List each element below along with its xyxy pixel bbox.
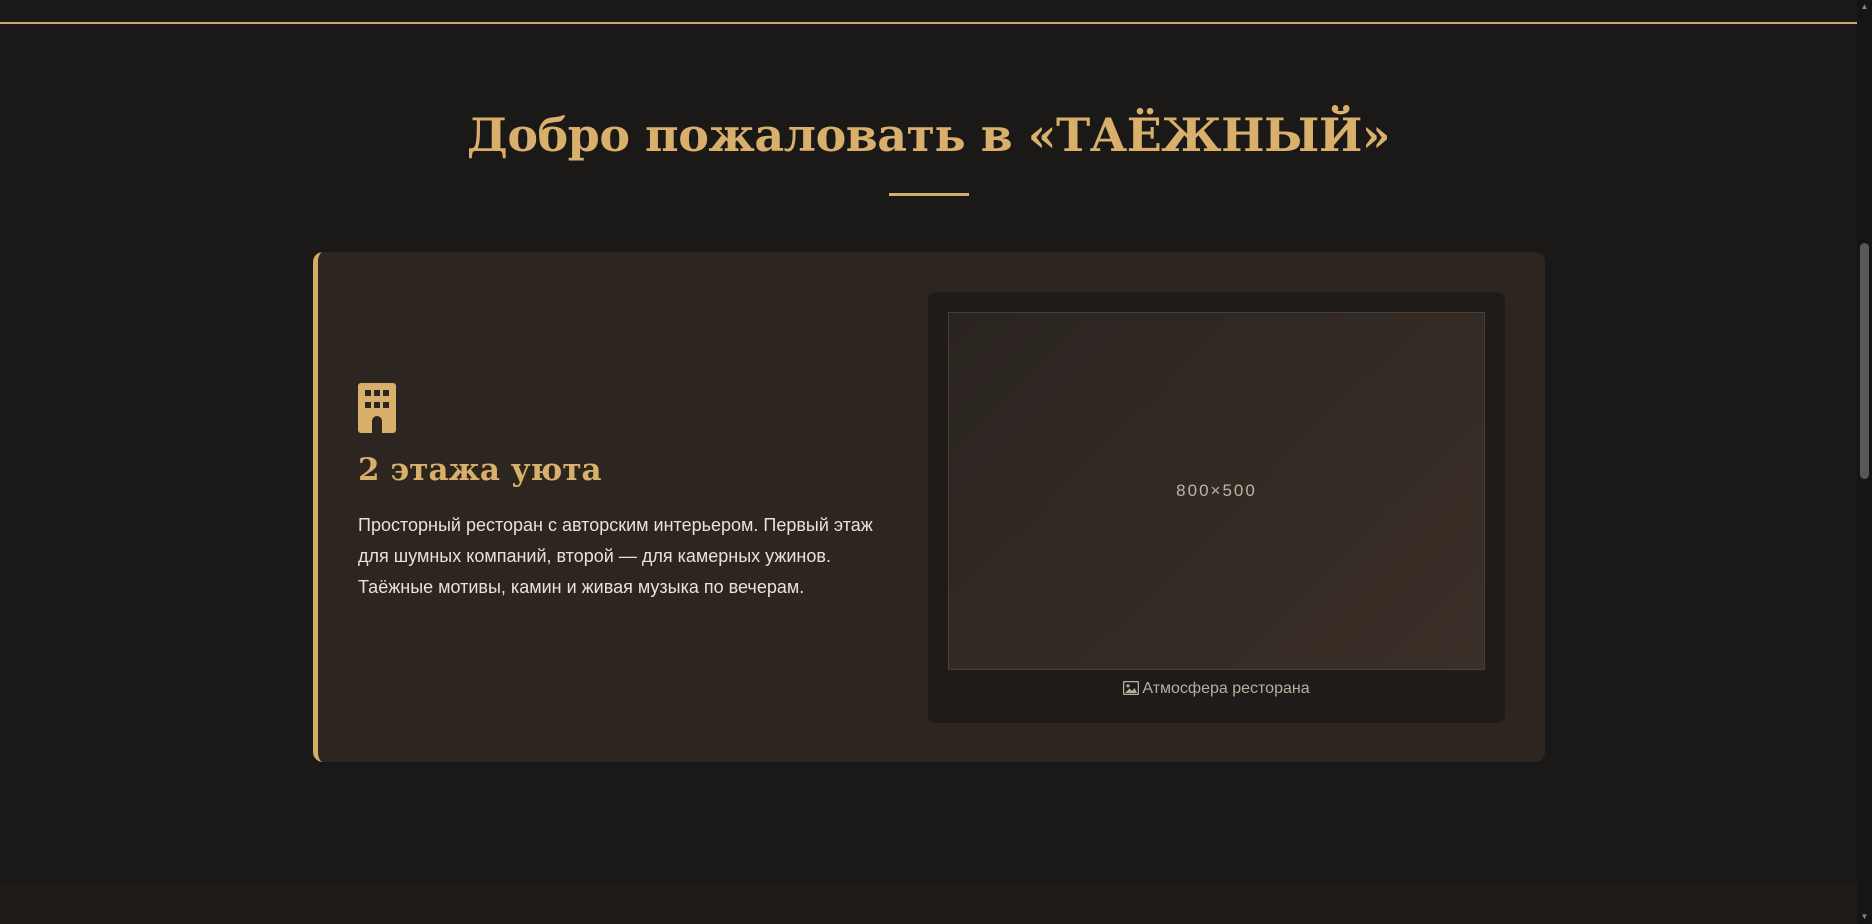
scrollbar-thumb[interactable] xyxy=(1860,243,1869,479)
next-section-band xyxy=(0,884,1857,924)
image-placeholder: 800×500 xyxy=(948,312,1485,670)
image-icon xyxy=(1123,681,1140,695)
feature-title: 2 этажа уюта xyxy=(358,452,602,488)
caption-text: Атмосфера ресторана xyxy=(1142,680,1310,697)
building-icon xyxy=(358,383,396,433)
title-underline xyxy=(889,193,969,196)
scroll-up-icon[interactable]: ▲ xyxy=(1860,2,1869,11)
scroll-down-icon[interactable]: ▼ xyxy=(1860,912,1869,921)
section-title: Добро пожаловать в «ТАЁЖНЫЙ» xyxy=(466,108,1391,162)
image-caption: Атмосфера ресторана xyxy=(948,680,1485,698)
feature-description: Просторный ресторан с авторским интерьер… xyxy=(358,515,873,597)
placeholder-label: 800×500 xyxy=(1176,481,1257,500)
